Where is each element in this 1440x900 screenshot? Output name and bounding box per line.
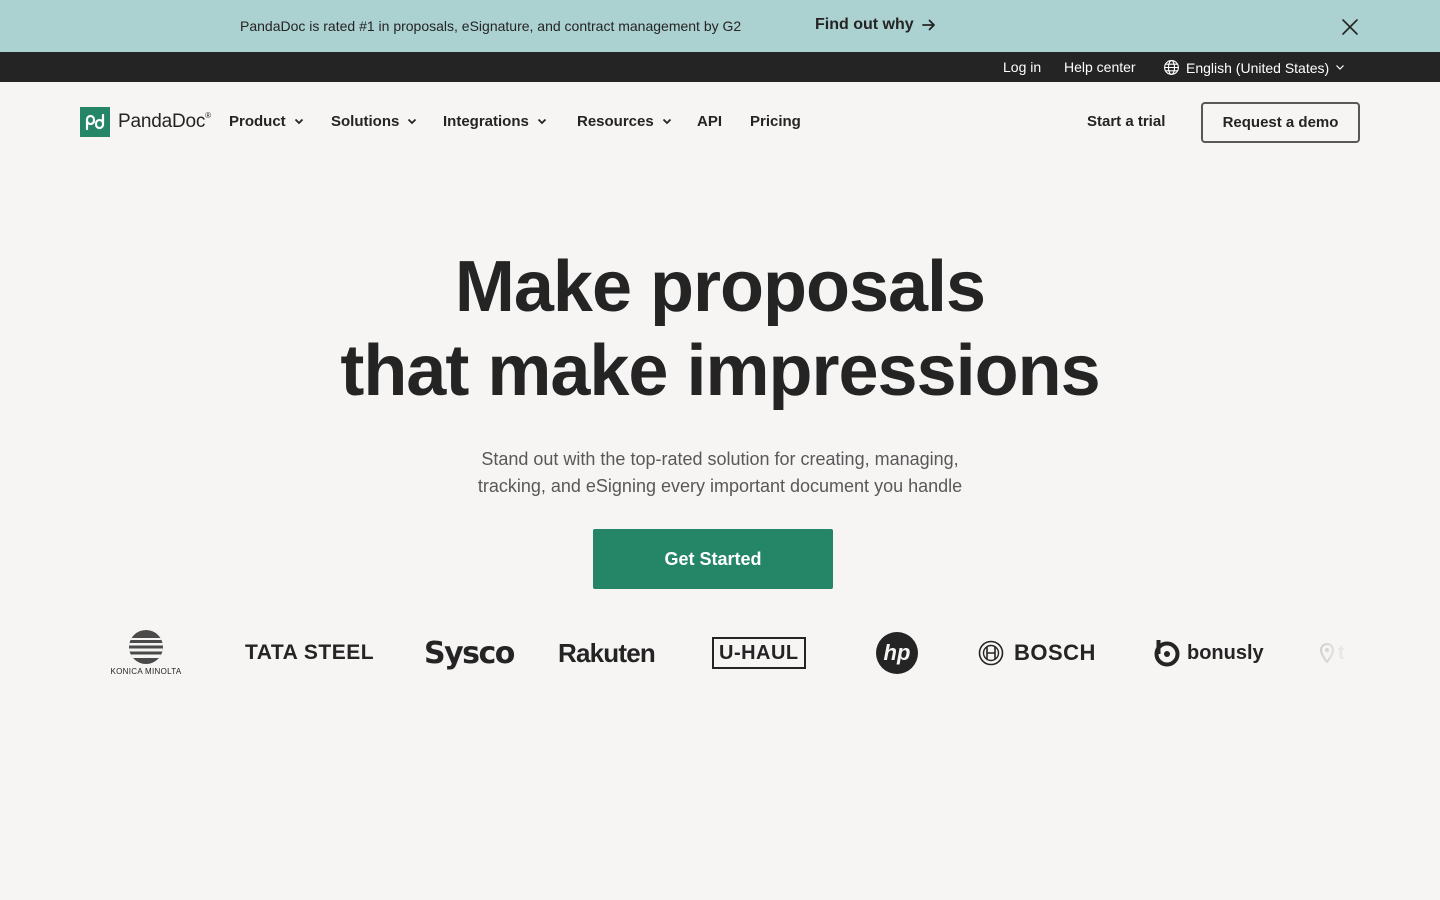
- login-link[interactable]: Log in: [1003, 59, 1041, 75]
- chevron-down-icon: [294, 118, 303, 125]
- language-label: English (United States): [1186, 59, 1330, 76]
- chevron-down-icon: [662, 118, 671, 125]
- nav-solutions[interactable]: Solutions: [331, 113, 417, 130]
- chevron-down-icon: [408, 118, 417, 125]
- nav-product[interactable]: Product: [229, 113, 304, 130]
- language-selector[interactable]: English (United States): [1163, 59, 1345, 76]
- close-icon[interactable]: [1340, 17, 1360, 37]
- globe-icon: [1164, 60, 1179, 75]
- hero-subtitle-line-2: tracking, and eSigning every important d…: [477, 476, 963, 496]
- u-haul-wordmark: U-HAUL: [712, 637, 806, 669]
- logos-fade-overlay: [1300, 622, 1360, 684]
- bonusly-wordmark: bonusly: [1187, 641, 1264, 664]
- promo-banner: PandaDoc is rated #1 in proposals, eSign…: [0, 0, 1440, 52]
- customer-logos: KONICA MINOLTA TATA STEEL Sysco Rakuten …: [80, 622, 1360, 684]
- bonusly-icon: [1154, 640, 1180, 667]
- sysco-logo: Sysco: [424, 635, 515, 671]
- pandadoc-logo-icon: [80, 107, 110, 137]
- hp-wordmark: hp: [876, 632, 918, 674]
- get-started-button[interactable]: Get Started: [593, 529, 833, 589]
- rakuten-logo: Rakuten: [558, 637, 656, 668]
- bosch-wordmark: BOSCH: [1014, 640, 1096, 665]
- hero-title: Make proposals that make impressions: [220, 245, 1220, 413]
- logo-wordmark: PandaDoc®: [118, 111, 211, 132]
- promo-text: PandaDoc is rated #1 in proposals, eSign…: [240, 18, 742, 34]
- konica-minolta-globe-icon: [129, 630, 163, 664]
- chevron-down-icon: [537, 118, 546, 125]
- konica-minolta-logo: KONICA MINOLTA: [105, 622, 187, 684]
- utility-bar: Log in Help center English (United State…: [0, 52, 1440, 82]
- nav-api[interactable]: API: [697, 113, 722, 130]
- nav-integrations[interactable]: Integrations: [443, 113, 547, 130]
- request-demo-button[interactable]: Request a demo: [1201, 102, 1360, 143]
- bonusly-logo: bonusly: [1152, 622, 1264, 684]
- nav-pricing[interactable]: Pricing: [750, 113, 801, 130]
- u-haul-logo: U-HAUL: [712, 622, 806, 684]
- start-trial-link[interactable]: Start a trial: [1087, 113, 1165, 130]
- tata-steel-logo: TATA STEEL: [245, 641, 375, 664]
- bosch-armature-icon: [978, 640, 1004, 666]
- pandadoc-logo[interactable]: PandaDoc®: [80, 107, 211, 137]
- hero-subtitle: Stand out with the top-rated solution fo…: [400, 446, 1040, 500]
- hero-subtitle-line-1: Stand out with the top-rated solution fo…: [481, 449, 959, 469]
- bosch-logo: BOSCH: [978, 622, 1096, 684]
- hp-logo: hp: [876, 622, 918, 684]
- hero-title-line-1: Make proposals: [454, 247, 986, 327]
- chevron-down-icon: [1336, 65, 1345, 70]
- promo-link-label: Find out why: [815, 16, 914, 33]
- nav-resources[interactable]: Resources: [577, 113, 672, 130]
- promo-link[interactable]: Find out why: [815, 16, 936, 34]
- help-center-link[interactable]: Help center: [1064, 59, 1136, 75]
- arrow-right-icon: [921, 19, 935, 31]
- konica-minolta-text: KONICA MINOLTA: [110, 667, 182, 676]
- hero-title-line-2: that make impressions: [340, 331, 1100, 411]
